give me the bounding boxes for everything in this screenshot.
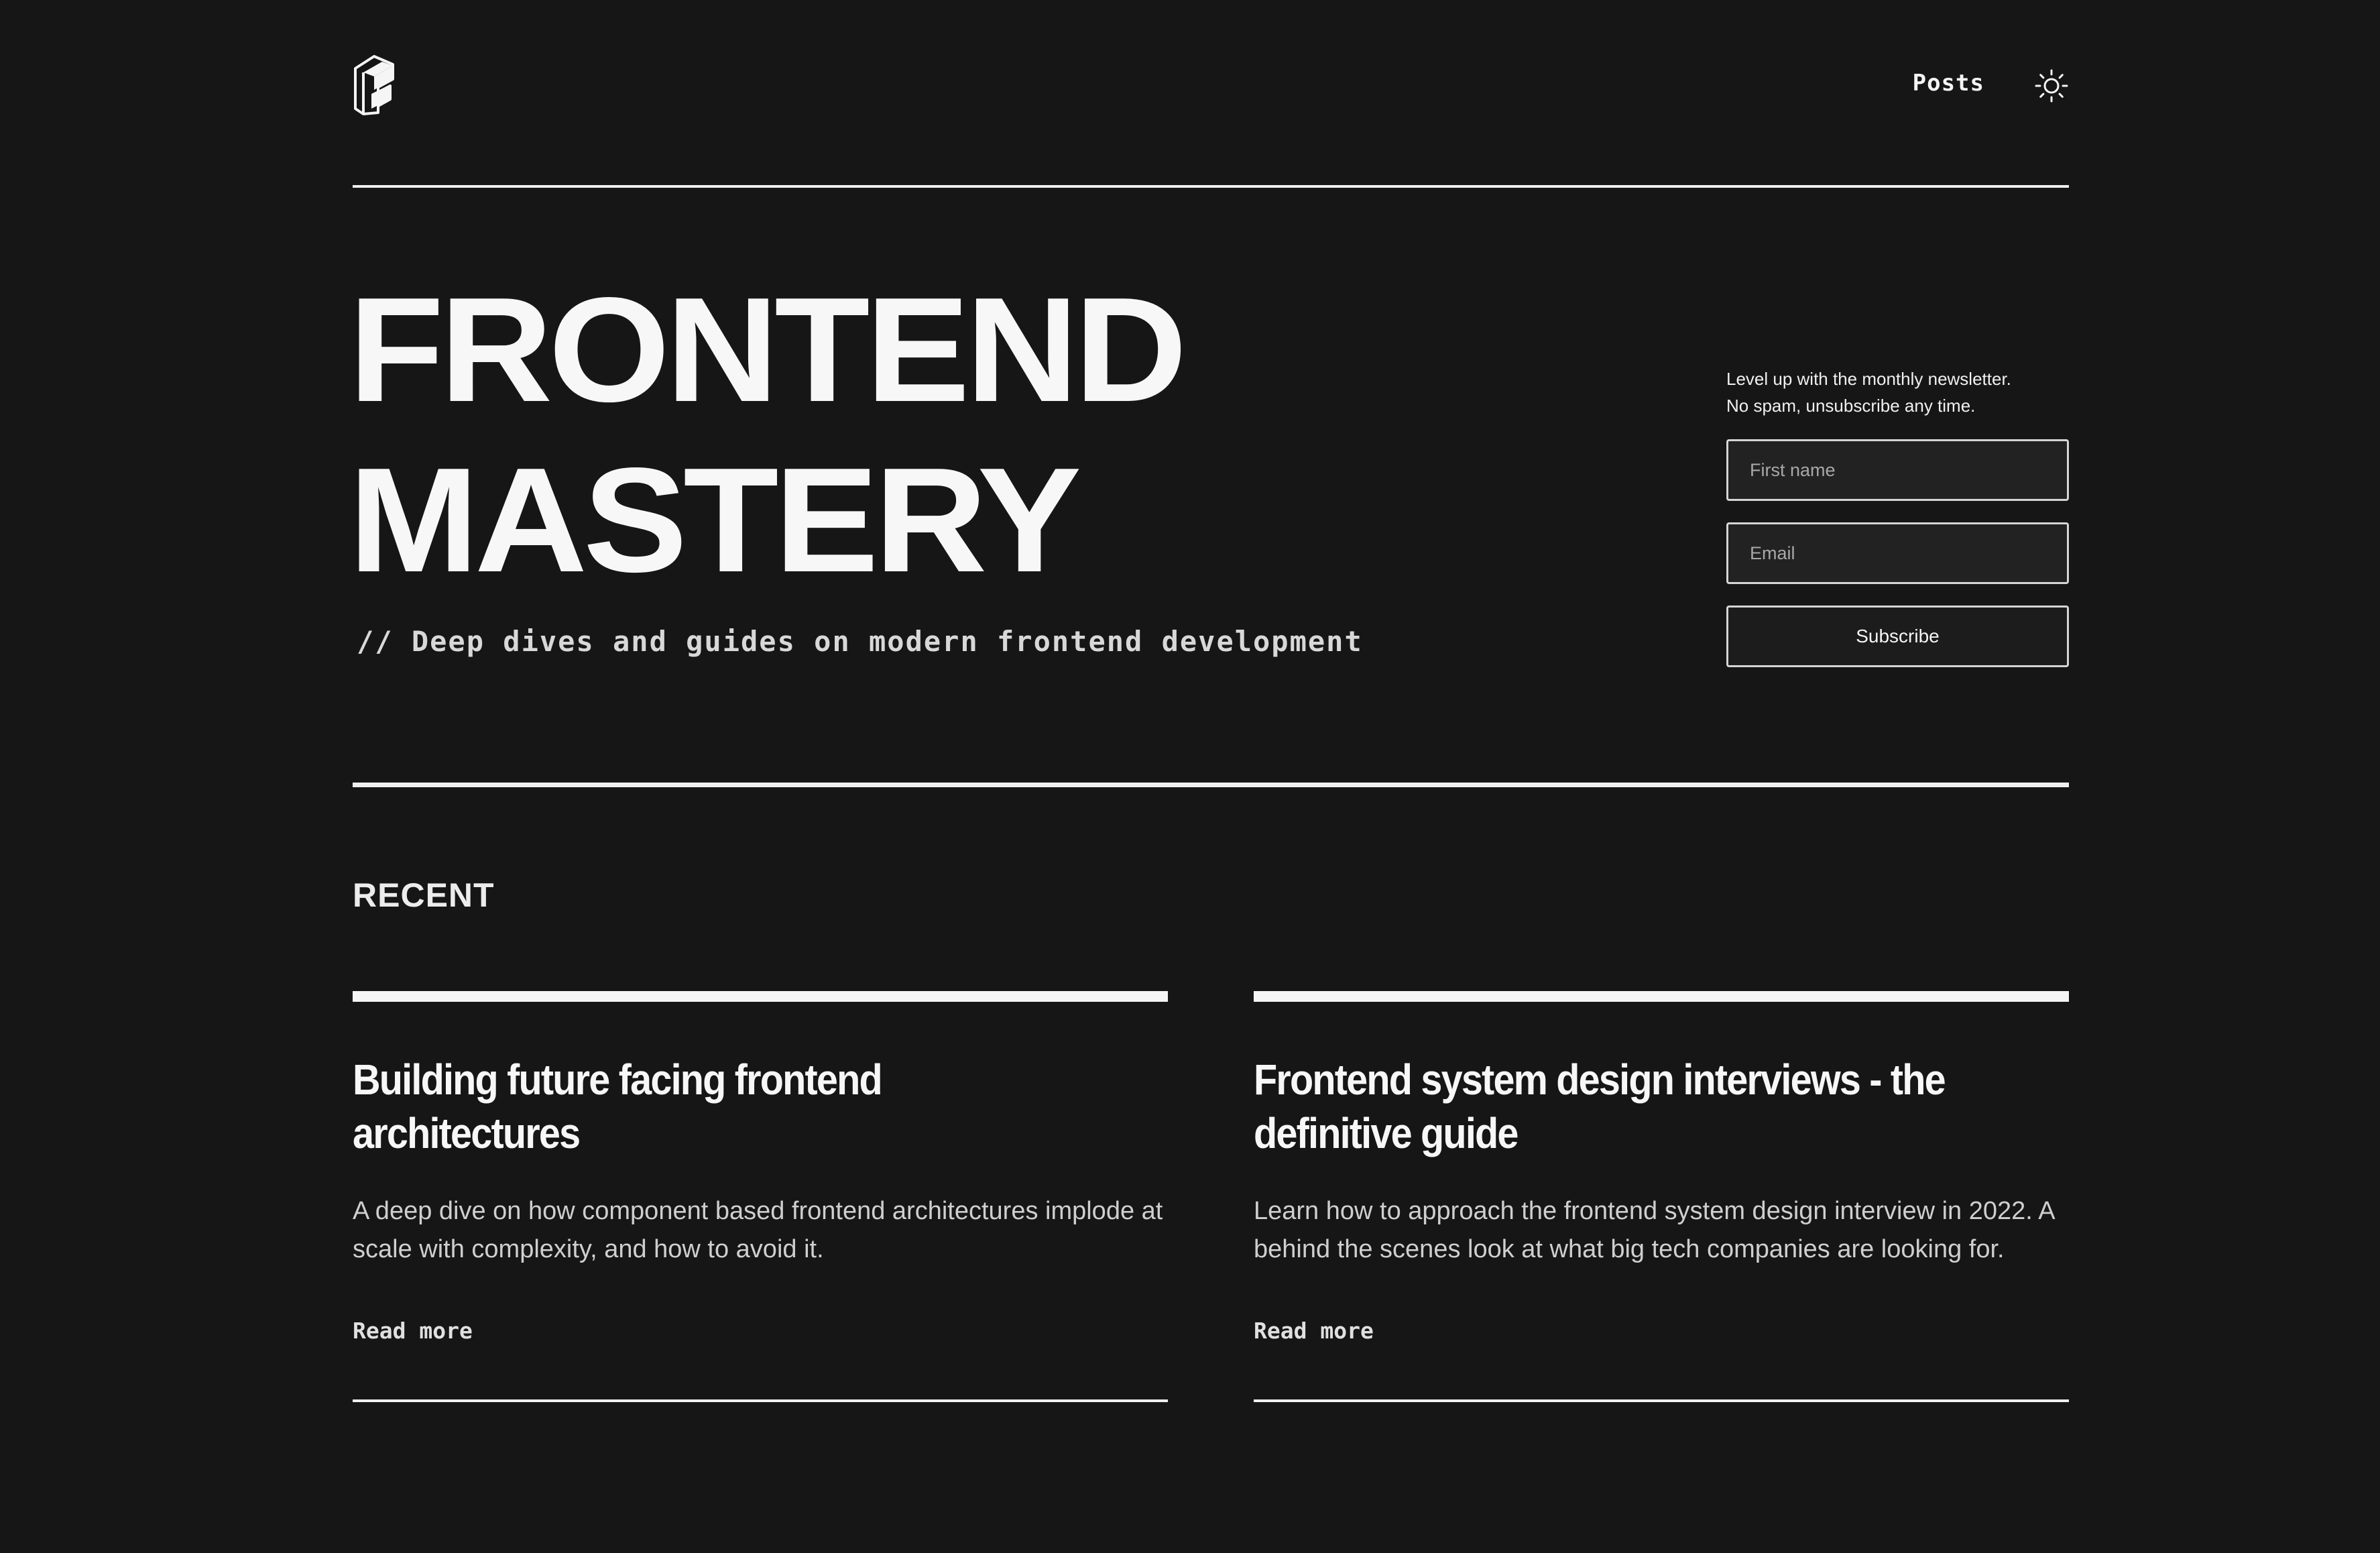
read-more-link[interactable]: Read more [353, 1318, 473, 1344]
post-description: A deep dive on how component based front… [353, 1197, 1163, 1263]
newsletter-text-line-2: No spam, unsubscribe any time. [1726, 396, 1976, 416]
post-title[interactable]: Frontend system design interviews - the … [1254, 1053, 1948, 1160]
subscribe-button[interactable]: Subscribe [1726, 606, 2069, 667]
read-more-link[interactable]: Read more [1254, 1318, 1374, 1344]
newsletter-form: Level up with the monthly newsletter. No… [1726, 365, 2069, 667]
email-input[interactable] [1726, 522, 2069, 584]
first-name-input[interactable] [1726, 439, 2069, 501]
hero-title-line-2: MASTERY [349, 437, 1081, 603]
post-description: Learn how to approach the frontend syste… [1254, 1197, 2054, 1263]
sun-icon[interactable] [2034, 68, 2069, 103]
newsletter-text: Level up with the monthly newsletter. No… [1726, 365, 2069, 419]
site-header: Posts [353, 0, 2069, 188]
newsletter-text-line-1: Level up with the monthly newsletter. [1726, 369, 2011, 389]
hero-subtitle: // Deep dives and guides on modern front… [357, 625, 1363, 658]
post-title[interactable]: Building future facing frontend architec… [353, 1053, 1047, 1160]
recent-heading: RECENT [353, 876, 495, 914]
hero-title-line-1: FRONTEND [349, 267, 1187, 433]
post-card: Frontend system design interviews - the … [1254, 991, 2069, 1402]
post-card: Building future facing frontend architec… [353, 991, 1168, 1402]
brand-logo-icon[interactable] [353, 52, 396, 117]
hero-title: FRONTEND MASTERY [349, 265, 1187, 606]
nav-posts-link[interactable]: Posts [1913, 70, 1984, 97]
section-divider [353, 783, 2069, 787]
page-container: Posts FRONTEND MASTERY // Deep dives and [349, 0, 2069, 1553]
